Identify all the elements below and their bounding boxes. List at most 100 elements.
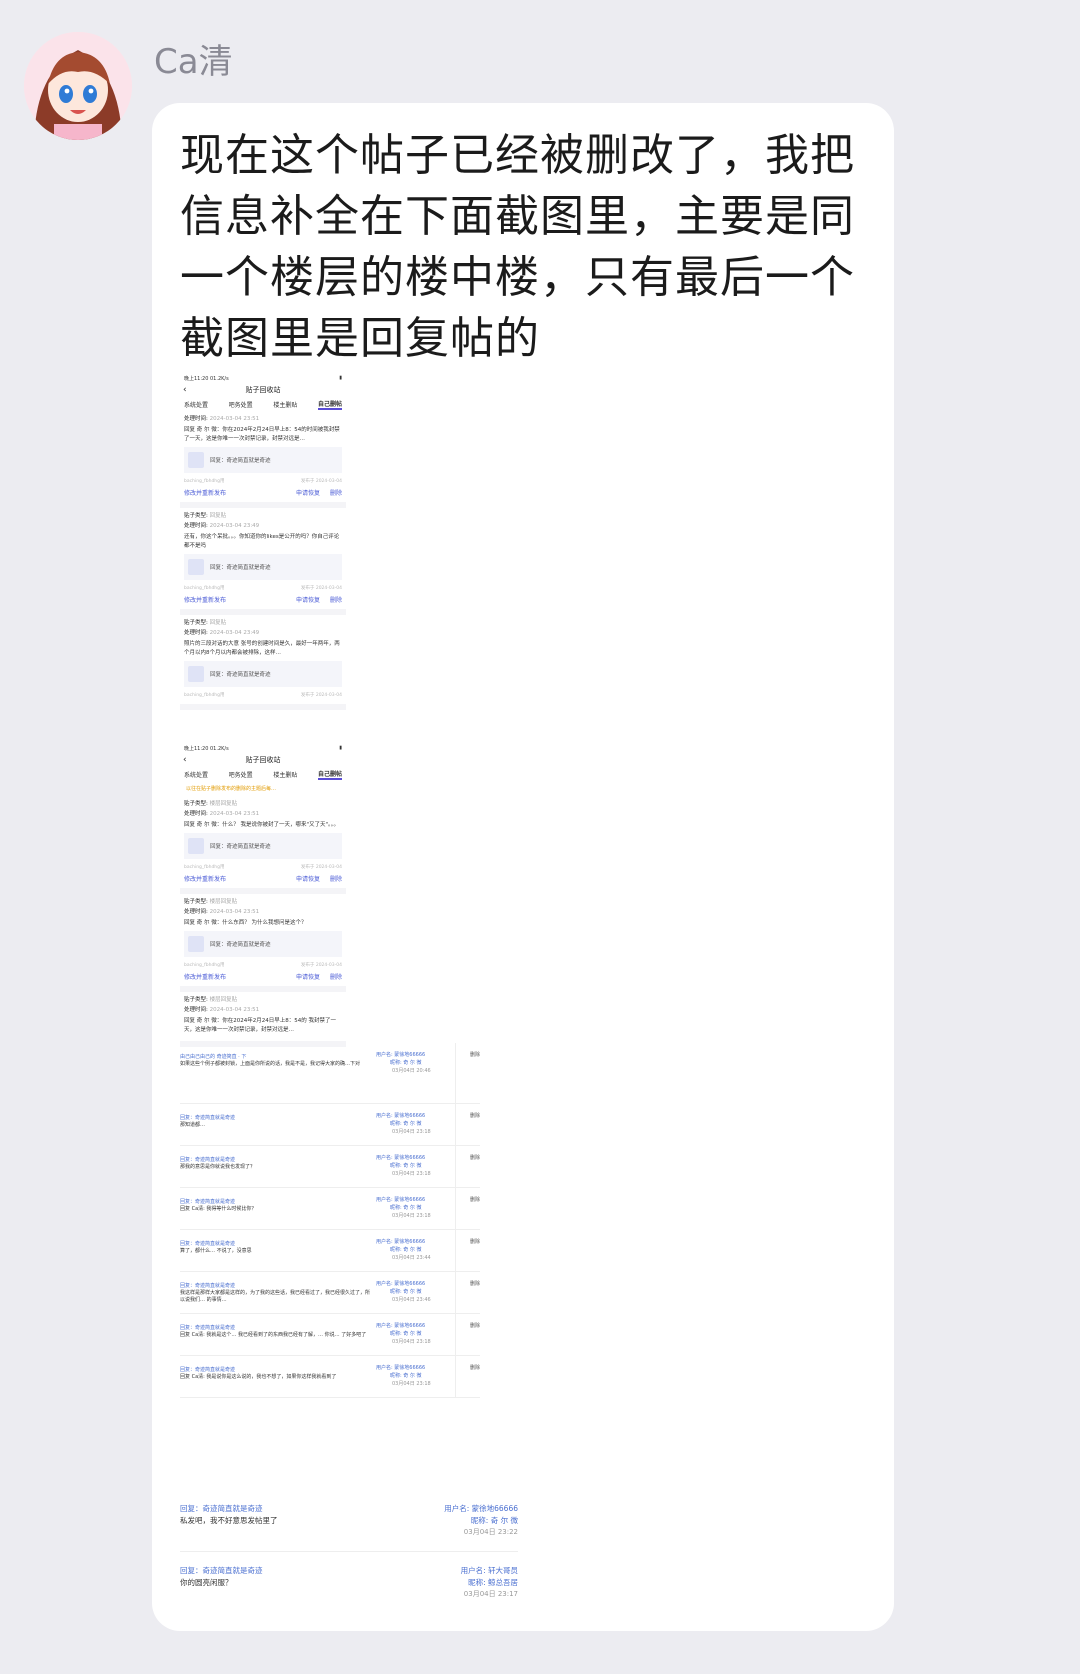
thread-screenshot[interactable]: 由己由己由己的 奇迹简直 · 下如果这些个例子都被封锁，上面是你所说的话，我是不… bbox=[180, 1043, 480, 1398]
post-card: 处理时间: 2024-03-04 23:51 回复 奇 尔 微：你在2024年2… bbox=[180, 411, 346, 508]
reply-row[interactable]: 回复：奇迹简直就是奇迹 你的圆亮闲服？ 用户名: 轩大哥员 昵称: 鲸总吾居 0… bbox=[180, 1555, 518, 1613]
post-time: 处理时间: 2024-03-04 23:51 bbox=[184, 1007, 260, 1013]
anime-avatar-image bbox=[24, 32, 132, 140]
tab-owner[interactable]: 楼主删贴 bbox=[273, 400, 297, 409]
post-icon bbox=[188, 838, 204, 854]
ref-card[interactable]: 回复：奇迹简直就是奇迹 bbox=[184, 833, 342, 859]
reply-link[interactable]: 回复：奇迹简直就是奇迹 bbox=[180, 1565, 263, 1576]
post-card: 贴子类型: 楼层回复贴 处理时间: 2024-03-04 23:51 回复 奇 … bbox=[180, 992, 346, 1047]
tab-system[interactable]: 系统处置 bbox=[184, 770, 208, 779]
delete-link[interactable]: 删除 bbox=[470, 1196, 480, 1203]
ref-card[interactable]: 回复：奇迹简直就是奇迹 bbox=[184, 931, 342, 957]
repost-button[interactable]: 修改并重新发布 bbox=[184, 874, 226, 883]
post-time: 处理时间: 2024-03-04 23:51 bbox=[184, 909, 260, 915]
restore-button[interactable]: 申请恢复 bbox=[296, 597, 320, 604]
sender-name: Ca清 bbox=[154, 42, 233, 82]
post-card: 贴子类型: 楼层回复贴 处理时间: 2024-03-04 23:51 回复 奇 … bbox=[180, 894, 346, 992]
delete-link[interactable]: 删除 bbox=[470, 1322, 480, 1329]
reply-content: 你的圆亮闲服？ bbox=[180, 1578, 233, 1587]
post-body: 回复 奇 尔 微：什么东西？ 为什么我想问是这个？ bbox=[184, 920, 307, 926]
post-body: 回复 奇 尔 微：什么？ 我是说你被封了一天，哪来"又了天"。。。 bbox=[184, 822, 340, 828]
post-actions: 修改并重新发布 申请恢复 删除 bbox=[184, 872, 342, 884]
post-type: 贴子类型: 楼层回复贴 bbox=[184, 997, 238, 1003]
post-meta: baching_fbhdhg用 发布于 2024-03-04 bbox=[184, 693, 342, 698]
post-meta: baching_fbhdhg用 发布于 2024-03-04 bbox=[184, 963, 342, 968]
delete-button[interactable]: 删除 bbox=[330, 876, 342, 883]
screenshot-recycle-bin-1[interactable]: 晚上11:20 01.2K/s ▮ ‹ 贴子回收站 系统处置 吧务处置 楼主删贴 自… bbox=[180, 373, 346, 743]
tab-self[interactable]: 自己删帖 bbox=[317, 399, 342, 410]
delete-link[interactable]: 删除 bbox=[470, 1154, 480, 1161]
post-icon bbox=[188, 666, 204, 682]
battery-icon: ▮ bbox=[339, 745, 342, 751]
username[interactable]: 用户名: 轩大哥员 bbox=[461, 1565, 518, 1576]
post-time: 处理时间: 2024-03-04 23:49 bbox=[184, 630, 260, 636]
thread-row: 回复：奇迹简直就是奇迹 我这样是那样大家都是这样的，为了我的这些话，我已经看过了，… bbox=[180, 1272, 480, 1314]
delete-link[interactable]: 删除 bbox=[470, 1112, 480, 1119]
delete-button[interactable]: 删除 bbox=[330, 974, 342, 981]
post-actions: 修改并重新发布 申请恢复 删除 bbox=[184, 486, 342, 498]
post-body: 还有，你这个呆批。。。你知道你的likes是公开的吗？你自己评论都不是吗 bbox=[184, 534, 340, 549]
post-icon bbox=[188, 452, 204, 468]
post-type: 贴子类型: 楼层回复贴 bbox=[184, 801, 238, 807]
back-icon[interactable]: ‹ bbox=[183, 383, 187, 397]
status-bar: 晚上11:20 01.2K/s ▮ bbox=[180, 743, 346, 753]
post-meta: baching_fbhdhg用 发布于 2024-03-04 bbox=[184, 479, 342, 484]
tab-owner[interactable]: 楼主删贴 bbox=[273, 770, 297, 779]
delete-link[interactable]: 删除 bbox=[470, 1280, 480, 1287]
restore-button[interactable]: 申请恢复 bbox=[296, 974, 320, 981]
message-text: 现在这个帖子已经被删改了，我把信息补全在下面截图里，主要是同一个楼层的楼中楼，只… bbox=[180, 130, 855, 364]
restore-button[interactable]: 申请恢复 bbox=[296, 876, 320, 883]
post-card: 贴子类型: 回复贴 处理时间: 2024-03-04 23:49 照片的三段对话… bbox=[180, 615, 346, 710]
post-card: 贴子类型: 回复贴 处理时间: 2024-03-04 23:49 还有，你这个呆… bbox=[180, 508, 346, 615]
nickname: 昵称: 鲸总吾居 bbox=[468, 1578, 518, 1587]
reply-content: 私发吧，我不好意思发帖里了 bbox=[180, 1516, 278, 1525]
page-title: 贴子回收站 bbox=[245, 386, 281, 394]
post-type: 贴子类型: 回复贴 bbox=[184, 513, 227, 519]
back-icon[interactable]: ‹ bbox=[183, 753, 187, 767]
tab-admin[interactable]: 吧务处置 bbox=[229, 770, 253, 779]
post-time: 处理时间: 2024-03-04 23:49 bbox=[184, 523, 260, 529]
tab-self[interactable]: 自己删帖 bbox=[317, 769, 342, 780]
nickname: 昵称: 奇 尔 微 bbox=[470, 1516, 518, 1525]
restore-button[interactable]: 申请恢复 bbox=[296, 490, 320, 497]
reply-link[interactable]: 回复：奇迹简直就是奇迹 bbox=[180, 1503, 263, 1514]
status-bar: 晚上11:20 01.2K/s ▮ bbox=[180, 373, 346, 383]
repost-button[interactable]: 修改并重新发布 bbox=[184, 488, 226, 497]
repost-button[interactable]: 修改并重新发布 bbox=[184, 595, 226, 604]
delete-link[interactable]: 删除 bbox=[470, 1238, 480, 1245]
repost-button[interactable]: 修改并重新发布 bbox=[184, 972, 226, 981]
tab-bar: 系统处置 吧务处置 楼主删贴 自己删帖 bbox=[180, 397, 346, 411]
post-body: 照片的三段对话的大意 张号的创建时间是久，最好一年两年，两个月以内8个月以内都会… bbox=[184, 641, 340, 656]
thread-row: 回复：奇迹简直就是奇迹 那知道都… 用户名: 蒙徐地66666 昵称: 奇 尔 微 03… bbox=[180, 1104, 480, 1146]
page-header: ‹ 贴子回收站 bbox=[180, 753, 346, 767]
delete-button[interactable]: 删除 bbox=[330, 490, 342, 497]
tab-admin[interactable]: 吧务处置 bbox=[229, 400, 253, 409]
avatar[interactable] bbox=[24, 32, 132, 140]
reply-row[interactable]: 回复：奇迹简直就是奇迹 私发吧，我不好意思发帖里了 用户名: 蒙徐地66666 … bbox=[180, 1493, 518, 1552]
thread-row: 由己由己由己的 奇迹简直 · 下如果这些个例子都被封锁，上面是你所说的话，我是不… bbox=[180, 1043, 480, 1104]
post-meta: baching_fbhdhg用 发布于 2024-03-04 bbox=[184, 586, 342, 591]
tab-bar: 系统处置 吧务处置 楼主删贴 自己删帖 bbox=[180, 767, 346, 781]
page-title: 贴子回收站 bbox=[245, 756, 281, 764]
notice-banner[interactable]: 以往在贴子删除发布的删除的主题后每… bbox=[180, 781, 346, 796]
tab-system[interactable]: 系统处置 bbox=[184, 400, 208, 409]
message-bubble[interactable]: 现在这个帖子已经被删改了，我把信息补全在下面截图里，主要是同一个楼层的楼中楼，只… bbox=[152, 103, 894, 1631]
delete-link[interactable]: 删除 bbox=[470, 1364, 480, 1371]
ref-card[interactable]: 回复：奇迹简直就是奇迹 bbox=[184, 554, 342, 580]
post-time: 处理时间: 2024-03-04 23:51 bbox=[184, 416, 260, 422]
thread-row: 回复：奇迹简直就是奇迹 回复 Ca清: 我得等什么时候比你？ 用户名: 蒙徐地666… bbox=[180, 1188, 480, 1230]
username[interactable]: 用户名: 蒙徐地66666 bbox=[444, 1503, 518, 1514]
post-body: 回复 奇 尔 微：你在2024年2月24日早上8：54的 我封禁了一天，这是你唯… bbox=[184, 1018, 336, 1033]
ref-card[interactable]: 回复：奇迹简直就是奇迹 bbox=[184, 447, 342, 473]
page-header: ‹ 贴子回收站 bbox=[180, 383, 346, 397]
delete-link[interactable]: 删除 bbox=[470, 1051, 480, 1058]
post-type: 贴子类型: 楼层回复贴 bbox=[184, 899, 238, 905]
reply-time: 03月04日 23:17 bbox=[463, 1590, 518, 1598]
post-actions: 修改并重新发布 申请恢复 删除 bbox=[184, 593, 342, 605]
ref-card[interactable]: 回复：奇迹简直就是奇迹 bbox=[184, 661, 342, 687]
post-time: 处理时间: 2024-03-04 23:51 bbox=[184, 811, 260, 817]
reply-time: 03月04日 23:22 bbox=[463, 1528, 518, 1536]
delete-button[interactable]: 删除 bbox=[330, 597, 342, 604]
thread-row: 回复：奇迹简直就是奇迹 算了，都什么… 不说了，没意思 用户名: 蒙徐地66666 昵… bbox=[180, 1230, 480, 1272]
thread-row: 回复：奇迹简直就是奇迹 回复 Ca清: 我是说你是这么说的，我也不想了，如果你这样… bbox=[180, 1356, 480, 1398]
